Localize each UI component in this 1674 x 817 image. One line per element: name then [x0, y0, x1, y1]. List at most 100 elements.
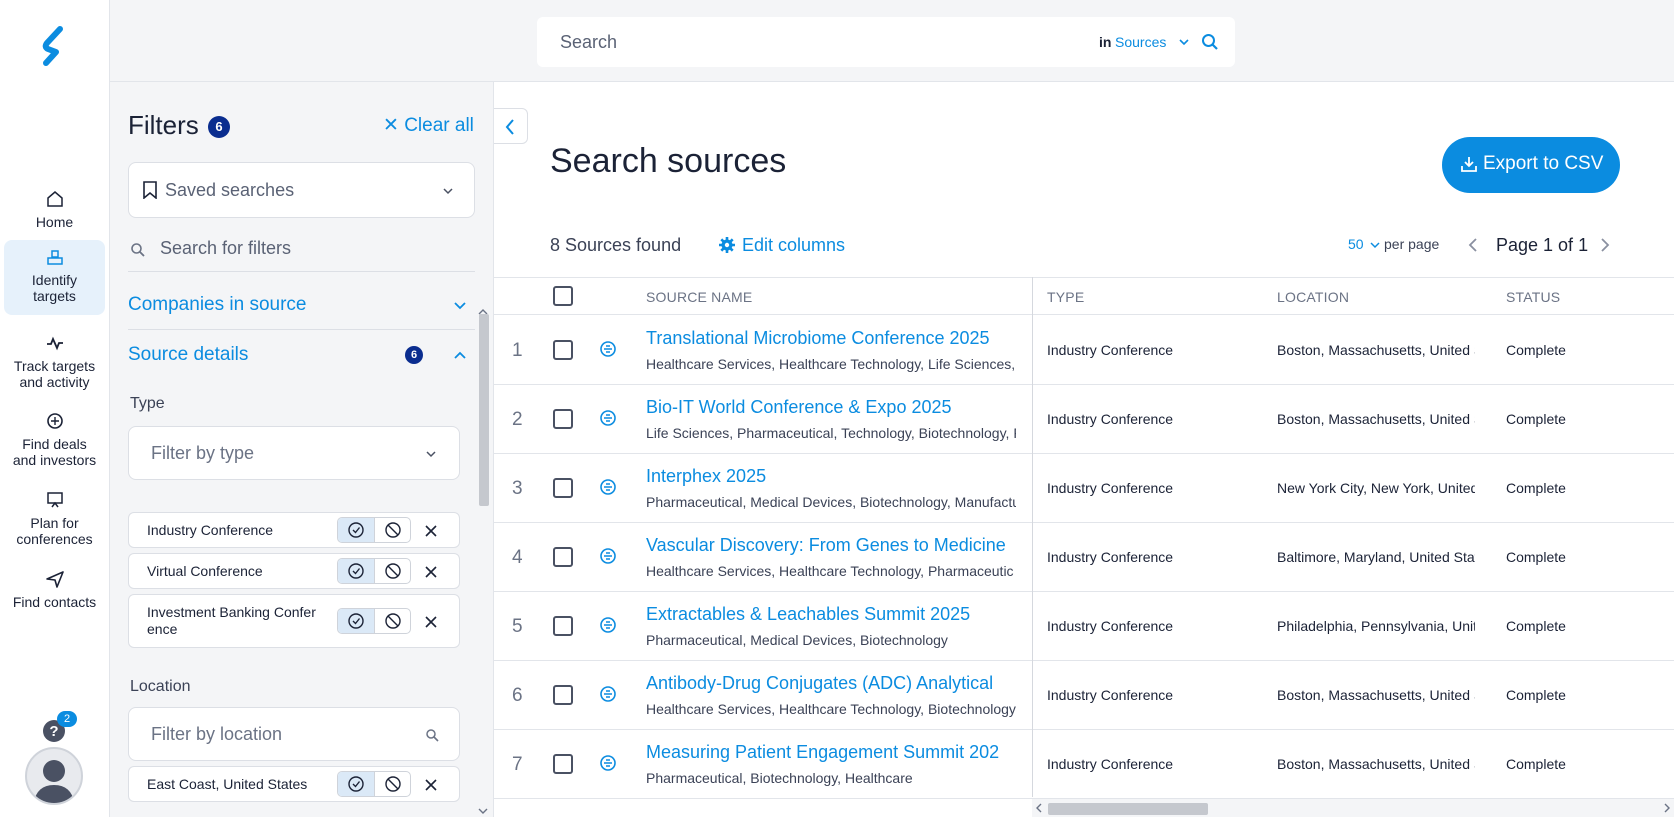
identify-targets-icon [46, 250, 63, 265]
chevron-left-icon[interactable] [1466, 236, 1480, 254]
check-circle-icon [348, 776, 364, 792]
per-page-select[interactable]: 50 [1348, 236, 1364, 252]
source-name-link[interactable]: Measuring Patient Engagement Summit 202 [646, 742, 1016, 763]
section-count-badge: 6 [405, 346, 423, 364]
source-name-link[interactable]: Translational Microbiome Conference 2025 [646, 328, 1016, 349]
exclude-toggle[interactable] [375, 518, 410, 542]
row-number: 6 [512, 685, 523, 706]
exclude-toggle[interactable] [375, 559, 410, 583]
nav-label: Plan for [30, 515, 79, 531]
source-type: Industry Conference [1047, 411, 1174, 427]
nav-item-home[interactable]: Home [4, 182, 105, 230]
row-number: 7 [512, 754, 523, 775]
table-row[interactable]: 4 Vascular Discovery: From Genes to Medi… [494, 523, 1674, 592]
row-checkbox[interactable] [553, 409, 573, 429]
close-icon[interactable] [424, 615, 438, 629]
source-industries: Pharmaceutical, Biotechnology, Healthcar… [646, 770, 913, 786]
row-checkbox[interactable] [553, 340, 573, 360]
table-row[interactable]: 6 Antibody-Drug Conjugates (ADC) Analyti… [494, 661, 1674, 730]
block-icon [385, 776, 401, 792]
source-name-link[interactable]: Antibody-Drug Conjugates (ADC) Analytica… [646, 673, 1016, 694]
avatar[interactable] [25, 747, 83, 805]
block-icon [385, 563, 401, 579]
close-icon[interactable] [424, 778, 438, 792]
select-all-checkbox[interactable] [553, 286, 573, 306]
filters-scrollbar-thumb[interactable] [479, 314, 489, 506]
global-search-input[interactable]: Search in Sources [537, 17, 1235, 67]
top-bar: Search in Sources [110, 0, 1674, 82]
table-row[interactable]: 3 Interphex 2025 Pharmaceutical, Medical… [494, 454, 1674, 523]
type-filter-dropdown[interactable]: Filter by type [128, 426, 460, 480]
close-icon[interactable] [424, 565, 438, 579]
conference-badge-icon [600, 479, 616, 495]
source-type: Industry Conference [1047, 756, 1174, 772]
nav-label: Home [35, 214, 74, 230]
nav-item-find-deals[interactable]: Find deals and investors [4, 404, 105, 468]
column-header-source-name[interactable]: SOURCE NAME [646, 289, 752, 305]
app-logo-icon[interactable] [38, 26, 70, 66]
export-csv-button[interactable]: Export to CSV [1442, 137, 1620, 193]
chevron-down-icon[interactable] [1370, 240, 1380, 250]
collapse-filters-button[interactable] [494, 108, 528, 144]
row-checkbox[interactable] [553, 547, 573, 567]
search-scope-dropdown[interactable]: Sources [1115, 34, 1166, 50]
section-title: Source details [128, 344, 249, 365]
source-name-link[interactable]: Extractables & Leachables Summit 2025 [646, 604, 1016, 625]
nav-item-find-contacts[interactable]: Find contacts [4, 562, 105, 610]
source-type: Industry Conference [1047, 342, 1174, 358]
source-industries: Healthcare Services, Healthcare Technolo… [646, 563, 1014, 579]
search-filters-input[interactable]: Search for filters [128, 234, 475, 272]
table-row[interactable]: 7 Measuring Patient Engagement Summit 20… [494, 730, 1674, 799]
close-icon[interactable] [424, 524, 438, 538]
clear-all-label: Clear all [404, 115, 474, 136]
table-row[interactable]: 1 Translational Microbiome Conference 20… [494, 316, 1674, 385]
chevron-right-icon[interactable] [1598, 236, 1612, 254]
location-filter-input[interactable]: Filter by location [128, 707, 460, 761]
table-horizontal-scrollbar[interactable] [1032, 799, 1674, 817]
conference-badge-icon [600, 410, 616, 426]
row-checkbox[interactable] [553, 754, 573, 774]
source-industries: Pharmaceutical, Medical Devices, Biotech… [646, 494, 1016, 510]
nav-item-conferences[interactable]: Plan for conferences [4, 483, 105, 547]
source-name-link[interactable]: Bio-IT World Conference & Expo 2025 [646, 397, 1016, 418]
search-icon [426, 729, 439, 742]
table-row[interactable]: 5 Extractables & Leachables Summit 2025 … [494, 592, 1674, 661]
search-placeholder: Search [560, 32, 618, 52]
close-icon: ✕ [383, 115, 405, 136]
column-header-type[interactable]: TYPE [1047, 289, 1084, 305]
include-toggle[interactable] [338, 559, 375, 583]
row-number: 4 [512, 547, 523, 568]
row-number: 1 [512, 340, 523, 361]
source-location: Baltimore, Maryland, United Stat [1277, 549, 1475, 565]
source-type: Industry Conference [1047, 480, 1174, 496]
include-toggle[interactable] [338, 772, 375, 796]
nav-item-identify-targets[interactable]: Identify targets [4, 240, 105, 315]
type-placeholder: Filter by type [151, 443, 255, 463]
row-checkbox[interactable] [553, 616, 573, 636]
sources-table: SOURCE NAME TYPE LOCATION STATUS 1 Trans… [494, 277, 1674, 817]
row-checkbox[interactable] [553, 478, 573, 498]
conference-badge-icon [600, 617, 616, 633]
bookmark-icon [143, 181, 157, 199]
section-source-details[interactable]: Source details 6 [128, 332, 475, 380]
include-toggle[interactable] [338, 609, 375, 633]
chevron-down-icon[interactable] [1178, 36, 1190, 48]
saved-searches-dropdown[interactable]: Saved searches [128, 162, 475, 218]
nav-item-track-targets[interactable]: Track targets and activity [4, 326, 105, 390]
check-circle-icon [348, 613, 364, 629]
source-name-link[interactable]: Vascular Discovery: From Genes to Medici… [646, 535, 1016, 556]
clear-all-button[interactable]: ✕ Clear all [383, 114, 474, 137]
search-icon[interactable] [1201, 33, 1219, 51]
table-scrollbar-thumb[interactable] [1048, 803, 1208, 815]
source-name-link[interactable]: Interphex 2025 [646, 466, 1016, 487]
column-header-status[interactable]: STATUS [1506, 289, 1560, 305]
section-companies-in-source[interactable]: Companies in source [128, 282, 475, 330]
filter-chip: Industry Conference [128, 512, 460, 548]
column-header-location[interactable]: LOCATION [1277, 289, 1349, 305]
exclude-toggle[interactable] [375, 609, 410, 633]
source-type: Industry Conference [1047, 618, 1174, 634]
exclude-toggle[interactable] [375, 772, 410, 796]
include-toggle[interactable] [338, 518, 375, 542]
table-row[interactable]: 2 Bio-IT World Conference & Expo 2025 Li… [494, 385, 1674, 454]
row-checkbox[interactable] [553, 685, 573, 705]
